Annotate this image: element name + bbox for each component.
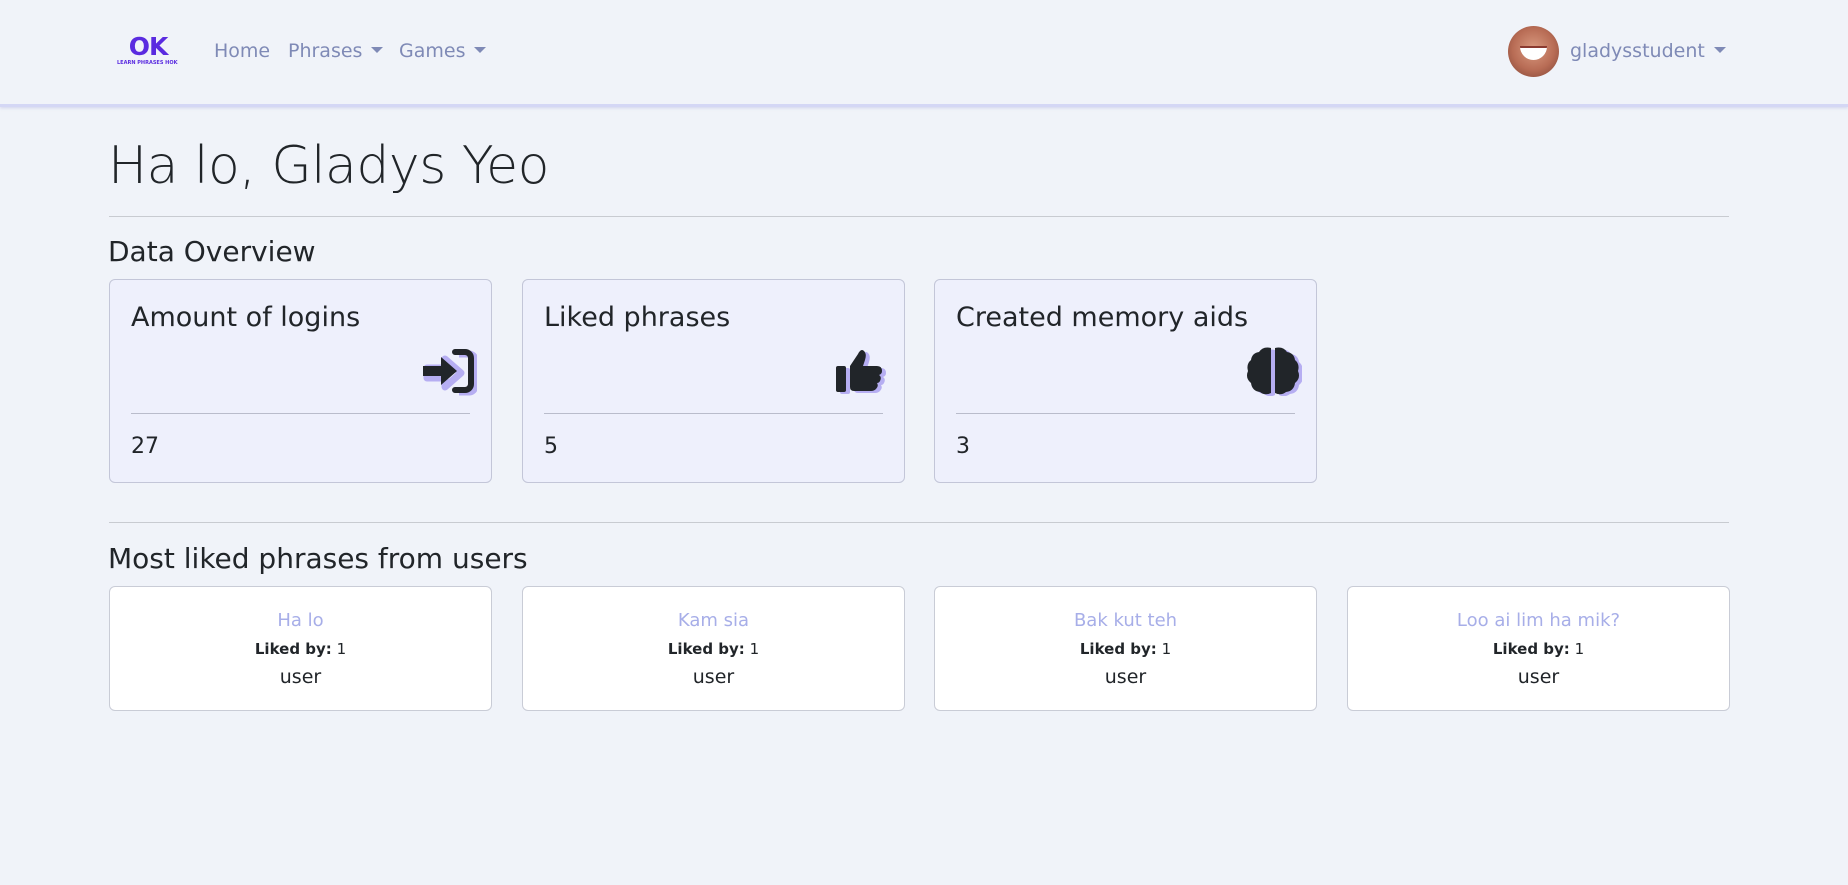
liked-by-count: 1 — [749, 640, 760, 658]
liked-by-count: 1 — [336, 640, 347, 658]
liked-by-label: Liked by: — [1079, 640, 1157, 658]
liked-by-label: Liked by: — [254, 640, 332, 658]
data-overview-heading: Data Overview — [108, 235, 316, 268]
phrase-link[interactable]: Ha lo — [110, 609, 491, 633]
liked-by-unit: user — [279, 666, 322, 688]
liked-by-row: Liked by: 1 — [1348, 639, 1729, 659]
logo-mark: OK — [128, 32, 169, 61]
phrase-card: Ha lo Liked by: 1 user — [109, 586, 492, 711]
stat-divider — [956, 413, 1295, 414]
liked-by-row: Liked by: 1 — [935, 639, 1316, 659]
divider — [109, 216, 1729, 217]
site-logo[interactable]: OK LEARN PHRASES HOKKIEN — [117, 32, 178, 68]
liked-by-unit: user — [692, 666, 735, 688]
liked-by-row: Liked by: 1 — [110, 639, 491, 659]
liked-by-count: 1 — [1161, 640, 1172, 658]
navbar: OK LEARN PHRASES HOKKIEN Home Phrases Ga… — [0, 0, 1848, 107]
thumbs-up-icon — [836, 350, 886, 394]
most-liked-heading: Most liked phrases from users — [108, 542, 528, 575]
avatar-photo — [1520, 46, 1547, 60]
nav-games-label: Games — [399, 40, 466, 62]
username-label: gladysstudent — [1570, 40, 1705, 62]
nav-phrases-dropdown[interactable]: Phrases — [288, 38, 384, 64]
liked-by-unit: user — [1517, 666, 1560, 688]
user-menu-dropdown[interactable]: gladysstudent — [1570, 38, 1726, 64]
nav-home-label: Home — [214, 40, 271, 62]
login-icon — [423, 349, 477, 396]
brain-icon — [1247, 347, 1302, 396]
nav-phrases-label: Phrases — [288, 40, 363, 62]
liked-by-count: 1 — [1574, 640, 1585, 658]
stat-value: 3 — [956, 434, 970, 459]
chevron-down-icon — [371, 47, 384, 53]
phrase-link[interactable]: Bak kut teh — [935, 609, 1316, 633]
stat-label: Created memory aids — [956, 302, 1249, 333]
stat-value: 5 — [544, 434, 558, 459]
stat-divider — [131, 413, 470, 414]
phrase-card: Loo ai lim ha mik? Liked by: 1 user — [1347, 586, 1730, 711]
liked-by-unit: user — [1104, 666, 1147, 688]
stat-card-logins: Amount of logins 27 — [109, 279, 492, 483]
stat-label: Amount of logins — [131, 302, 361, 333]
user-avatar[interactable] — [1508, 26, 1559, 77]
nav-home-link[interactable]: Home — [214, 38, 270, 64]
phrase-card: Bak kut teh Liked by: 1 user — [934, 586, 1317, 711]
phrase-link[interactable]: Kam sia — [523, 609, 904, 633]
stat-card-liked-phrases: Liked phrases 5 — [522, 279, 905, 483]
logo-tagline: LEARN PHRASES HOKKIEN — [117, 60, 178, 66]
liked-by-row: Liked by: 1 — [523, 639, 904, 659]
phrase-card: Kam sia Liked by: 1 user — [522, 586, 905, 711]
liked-by-label: Liked by: — [1492, 640, 1570, 658]
chevron-down-icon — [1713, 47, 1726, 53]
stat-card-memory-aids: Created memory aids 3 — [934, 279, 1317, 483]
page-title: Ha lo, Gladys Yeo — [108, 136, 550, 196]
liked-by-label: Liked by: — [667, 640, 745, 658]
phrase-link[interactable]: Loo ai lim ha mik? — [1348, 609, 1729, 633]
stat-value: 27 — [131, 434, 159, 459]
chevron-down-icon — [474, 47, 487, 53]
stat-label: Liked phrases — [544, 302, 731, 333]
stat-divider — [544, 413, 883, 414]
divider — [109, 522, 1729, 523]
nav-games-dropdown[interactable]: Games — [399, 38, 487, 64]
